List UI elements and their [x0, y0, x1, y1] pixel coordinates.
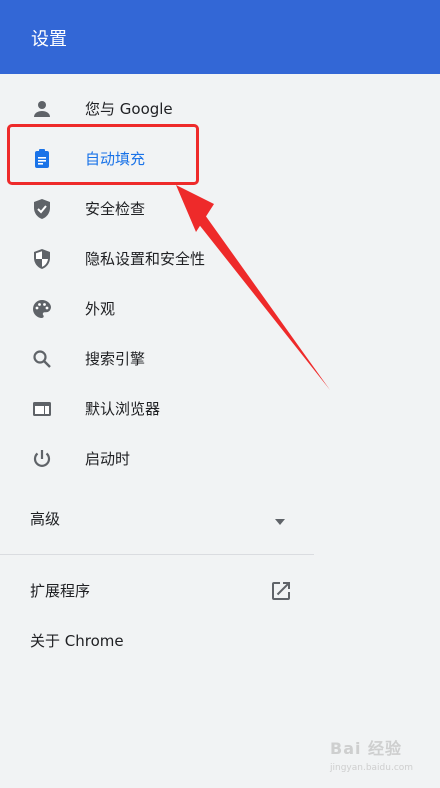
sidebar-item-label: 隐私设置和安全性 [85, 250, 206, 268]
sidebar-item-default-browser[interactable]: 默认浏览器 [0, 384, 314, 434]
advanced-label: 高级 [30, 510, 61, 528]
settings-header: 设置 [0, 0, 440, 74]
sidebar-item-search-engine[interactable]: 搜索引擎 [0, 334, 314, 384]
page-title: 设置 [31, 29, 67, 50]
about-label: 关于 Chrome [30, 632, 124, 650]
sidebar-item-label: 您与 Google [85, 100, 173, 118]
shield-half-icon [30, 247, 54, 271]
sidebar-item-appearance[interactable]: 外观 [0, 284, 314, 334]
extensions-link[interactable]: 扩展程序 [0, 566, 314, 616]
sidebar-item-label: 安全检查 [85, 200, 146, 218]
palette-icon [30, 297, 54, 321]
power-icon [30, 447, 54, 471]
divider [0, 554, 314, 555]
caret-down-icon [272, 513, 288, 525]
person-icon [30, 97, 54, 121]
advanced-toggle[interactable]: 高级 [0, 494, 314, 544]
watermark-text: Bai 经验 [330, 739, 403, 758]
sidebar-item-safety-check[interactable]: 安全检查 [0, 184, 314, 234]
open-in-new-icon [269, 579, 293, 603]
about-chrome-link[interactable]: 关于 Chrome [0, 616, 314, 666]
sidebar-item-on-startup[interactable]: 启动时 [0, 434, 314, 484]
sidebar-item-label: 默认浏览器 [85, 400, 161, 418]
sidebar-item-privacy[interactable]: 隐私设置和安全性 [0, 234, 314, 284]
sidebar-item-label: 外观 [85, 300, 116, 318]
search-icon [30, 347, 54, 371]
shield-check-icon [30, 197, 54, 221]
sidebar-item-label: 搜索引擎 [85, 350, 146, 368]
sidebar-item-label: 启动时 [85, 450, 131, 468]
watermark-subtext: jingyan.baidu.com [330, 763, 414, 773]
annotation-highlight-box [7, 124, 199, 185]
extensions-label: 扩展程序 [30, 582, 91, 600]
browser-window-icon [30, 397, 54, 421]
